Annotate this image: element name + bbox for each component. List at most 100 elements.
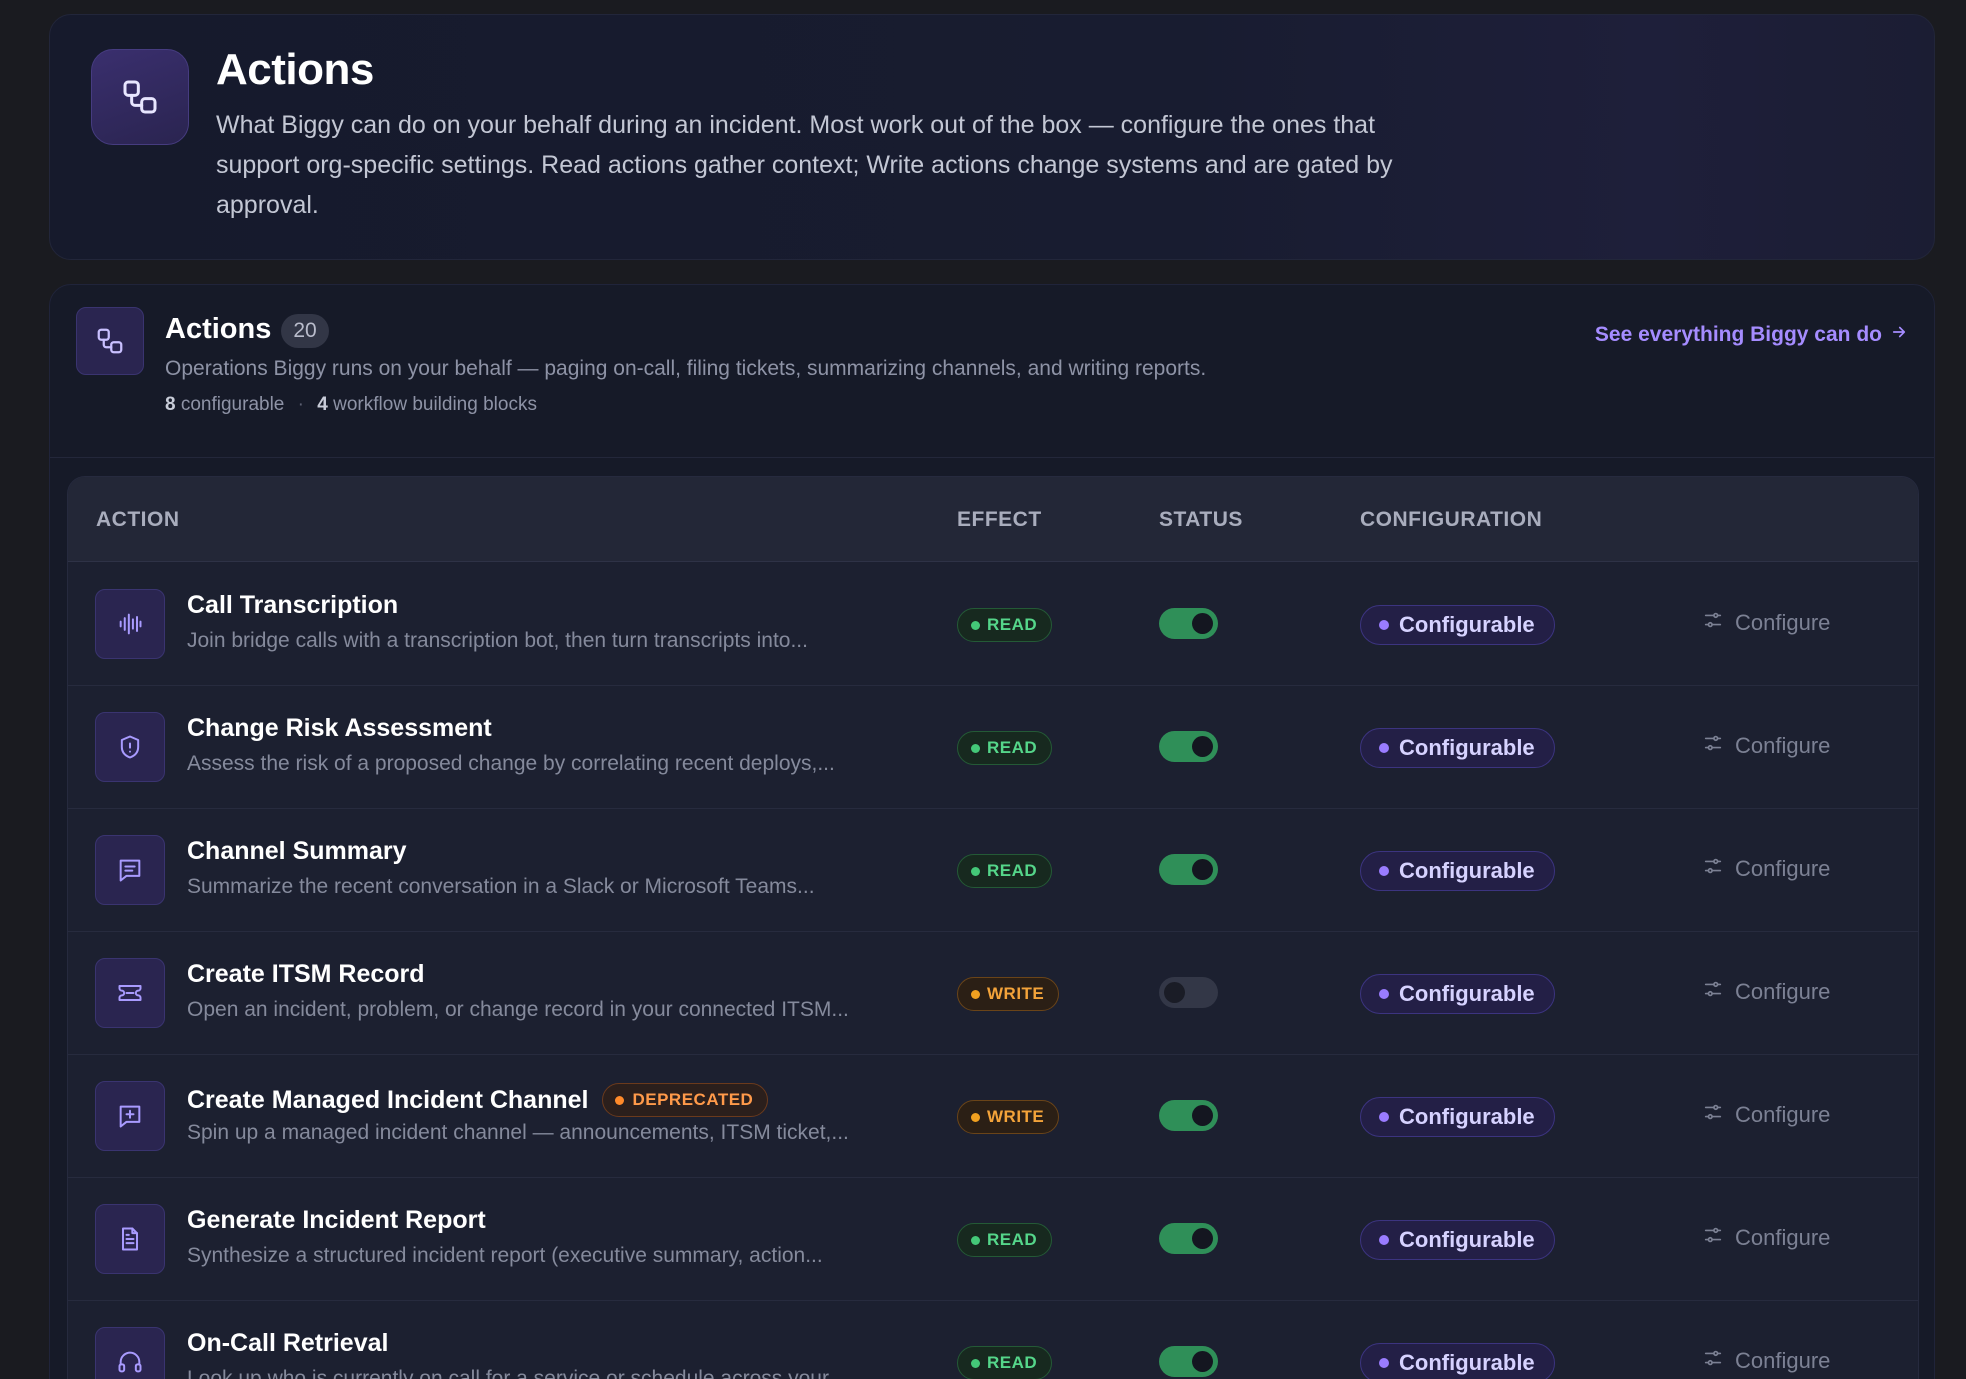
- column-header-status[interactable]: STATUS: [1159, 508, 1243, 532]
- table-row[interactable]: Call Transcription Join bridge calls wit…: [68, 563, 1918, 686]
- status-toggle[interactable]: [1159, 731, 1218, 762]
- configurable-badge: Configurable: [1360, 605, 1555, 645]
- sliders-icon: [1702, 609, 1724, 637]
- configurable-badge: Configurable: [1360, 851, 1555, 891]
- status-dot: [1379, 620, 1389, 630]
- action-name-wrap: Create Managed Incident Channel DEPRECAT…: [187, 1083, 769, 1117]
- status-dot: [971, 620, 980, 630]
- action-description: Summarize the recent conversation in a S…: [187, 875, 815, 898]
- effect-label: READ: [987, 738, 1038, 757]
- toggle-knob: [1192, 1228, 1213, 1249]
- action-name[interactable]: On-Call Retrieval: [187, 1329, 388, 1358]
- toggle-knob: [1192, 1351, 1213, 1372]
- configure-label: Configure: [1735, 733, 1831, 758]
- effect-label: READ: [987, 615, 1038, 634]
- column-header-configuration[interactable]: CONFIGURATION: [1360, 508, 1542, 532]
- status-dot: [1379, 1358, 1389, 1368]
- action-name[interactable]: Channel Summary: [187, 837, 407, 866]
- action-name[interactable]: Create Managed Incident Channel: [187, 1086, 588, 1115]
- table-row[interactable]: Create Managed Incident Channel DEPRECAT…: [68, 1055, 1918, 1178]
- divider: [50, 457, 1934, 458]
- status-toggle[interactable]: [1159, 977, 1218, 1008]
- audio-waveform-icon: [95, 589, 165, 659]
- configure-button[interactable]: Configure: [1702, 732, 1830, 760]
- workflow-icon: [76, 307, 144, 375]
- table-row[interactable]: Channel Summary Summarize the recent con…: [68, 809, 1918, 932]
- effect-label: READ: [987, 861, 1038, 880]
- action-name-wrap: Create ITSM Record: [187, 960, 425, 989]
- configure-label: Configure: [1735, 610, 1831, 635]
- status-toggle[interactable]: [1159, 1100, 1218, 1131]
- status-dot: [615, 1095, 625, 1105]
- action-name-wrap: On-Call Retrieval: [187, 1329, 388, 1358]
- action-name-wrap: Change Risk Assessment: [187, 714, 492, 743]
- action-name[interactable]: Generate Incident Report: [187, 1206, 486, 1235]
- status-toggle[interactable]: [1159, 608, 1218, 639]
- configure-button[interactable]: Configure: [1702, 855, 1830, 883]
- table-row[interactable]: On-Call Retrieval Look up who is current…: [68, 1301, 1918, 1379]
- page-description: What Biggy can do on your behalf during …: [216, 111, 1393, 219]
- configure-label: Configure: [1735, 1102, 1831, 1127]
- deprecated-label: DEPRECATED: [632, 1090, 754, 1109]
- action-description: Open an incident, problem, or change rec…: [187, 998, 849, 1021]
- effect-label: READ: [987, 1353, 1038, 1372]
- sliders-icon: [1702, 1224, 1724, 1252]
- actions-panel: Actions 20 Operations Biggy runs on your…: [49, 284, 1935, 1379]
- actions-table: ACTION EFFECT STATUS CONFIGURATION Call …: [67, 476, 1919, 1379]
- action-name[interactable]: Call Transcription: [187, 591, 398, 620]
- configure-button[interactable]: Configure: [1702, 1224, 1830, 1252]
- table-row[interactable]: Create ITSM Record Open an incident, pro…: [68, 932, 1918, 1055]
- status-dot: [971, 1112, 980, 1122]
- configurable-label: configurable: [180, 394, 285, 415]
- configurable-label: Configurable: [1399, 735, 1535, 760]
- status-dot: [971, 1358, 980, 1368]
- see-everything-link[interactable]: See everything Biggy can do: [1595, 323, 1908, 347]
- shield-alert-icon: [95, 712, 165, 782]
- action-name[interactable]: Create ITSM Record: [187, 960, 425, 989]
- message-plus-icon: [95, 1081, 165, 1151]
- status-toggle[interactable]: [1159, 854, 1218, 885]
- status-dot: [971, 743, 980, 753]
- status-dot: [1379, 1235, 1389, 1245]
- section-meta: 8 configurable · 4 workflow building blo…: [165, 394, 537, 416]
- configure-label: Configure: [1735, 979, 1831, 1004]
- configure-button[interactable]: Configure: [1702, 1347, 1830, 1375]
- effect-badge: READ: [957, 1223, 1053, 1257]
- configure-button[interactable]: Configure: [1702, 978, 1830, 1006]
- configurable-badge: Configurable: [1360, 728, 1555, 768]
- table-header: ACTION EFFECT STATUS CONFIGURATION: [68, 477, 1918, 562]
- ticket-icon: [95, 958, 165, 1028]
- status-dot: [1379, 989, 1389, 999]
- table-row[interactable]: Change Risk Assessment Assess the risk o…: [68, 686, 1918, 809]
- action-name-wrap: Call Transcription: [187, 591, 398, 620]
- configurable-label: Configurable: [1399, 1227, 1535, 1252]
- effect-badge: READ: [957, 1346, 1053, 1379]
- configure-label: Configure: [1735, 856, 1831, 881]
- action-name-wrap: Channel Summary: [187, 837, 407, 866]
- configure-button[interactable]: Configure: [1702, 1101, 1830, 1129]
- column-header-action[interactable]: ACTION: [96, 508, 180, 532]
- status-toggle[interactable]: [1159, 1223, 1218, 1254]
- configurable-badge: Configurable: [1360, 1343, 1555, 1379]
- section-title: Actions: [165, 313, 272, 345]
- file-text-icon: [95, 1204, 165, 1274]
- headset-icon: [95, 1327, 165, 1379]
- configurable-badge: Configurable: [1360, 974, 1555, 1014]
- action-description: Spin up a managed incident channel — ann…: [187, 1121, 849, 1144]
- toggle-knob: [1164, 982, 1185, 1003]
- configure-button[interactable]: Configure: [1702, 609, 1830, 637]
- status-toggle[interactable]: [1159, 1346, 1218, 1377]
- effect-badge: READ: [957, 731, 1053, 765]
- action-name[interactable]: Change Risk Assessment: [187, 714, 492, 743]
- page-title: Actions: [216, 45, 374, 94]
- toggle-knob: [1192, 736, 1213, 757]
- status-dot: [971, 866, 980, 876]
- effect-label: WRITE: [987, 984, 1045, 1003]
- column-header-effect[interactable]: EFFECT: [957, 508, 1042, 532]
- effect-badge: READ: [957, 608, 1053, 642]
- count-badge: 20: [281, 314, 329, 348]
- table-row[interactable]: Generate Incident Report Synthesize a st…: [68, 1178, 1918, 1301]
- section-subtitle: Operations Biggy runs on your behalf — p…: [165, 357, 1207, 380]
- effect-label: READ: [987, 1230, 1038, 1249]
- sliders-icon: [1702, 978, 1724, 1006]
